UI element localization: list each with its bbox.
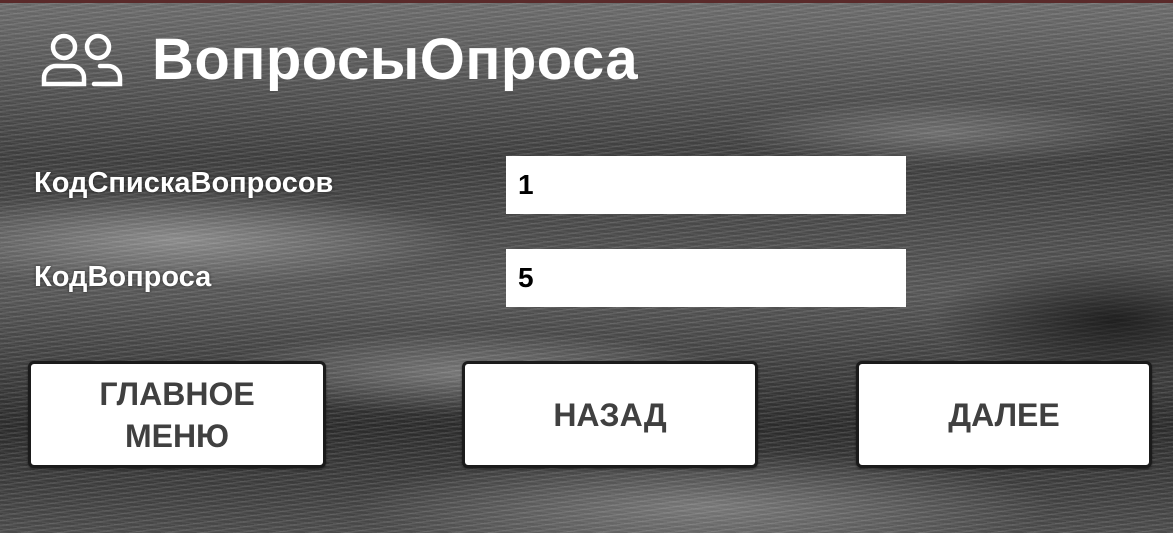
- main-menu-label-line2: МЕНЮ: [124, 417, 230, 454]
- users-icon: [41, 33, 123, 87]
- form-header: ВопросыОпроса: [40, 24, 638, 94]
- back-button-label: НАЗАД: [553, 396, 667, 433]
- back-button[interactable]: НАЗАД: [462, 361, 758, 468]
- field-label-question-id: КодВопроса: [34, 261, 212, 293]
- question-list-id-input[interactable]: [506, 156, 906, 214]
- page-title: ВопросыОпроса: [152, 26, 639, 92]
- question-id-input[interactable]: [506, 249, 906, 307]
- next-button-label: ДАЛЕЕ: [948, 396, 1060, 433]
- main-menu-label-line1: ГЛАВНОЕ: [99, 375, 255, 412]
- top-border-line: [0, 0, 1173, 3]
- main-menu-button[interactable]: ГЛАВНОЕ МЕНЮ: [28, 361, 326, 468]
- next-button[interactable]: ДАЛЕЕ: [856, 361, 1152, 468]
- field-label-question-list-id: КодСпискаВопросов: [34, 167, 334, 199]
